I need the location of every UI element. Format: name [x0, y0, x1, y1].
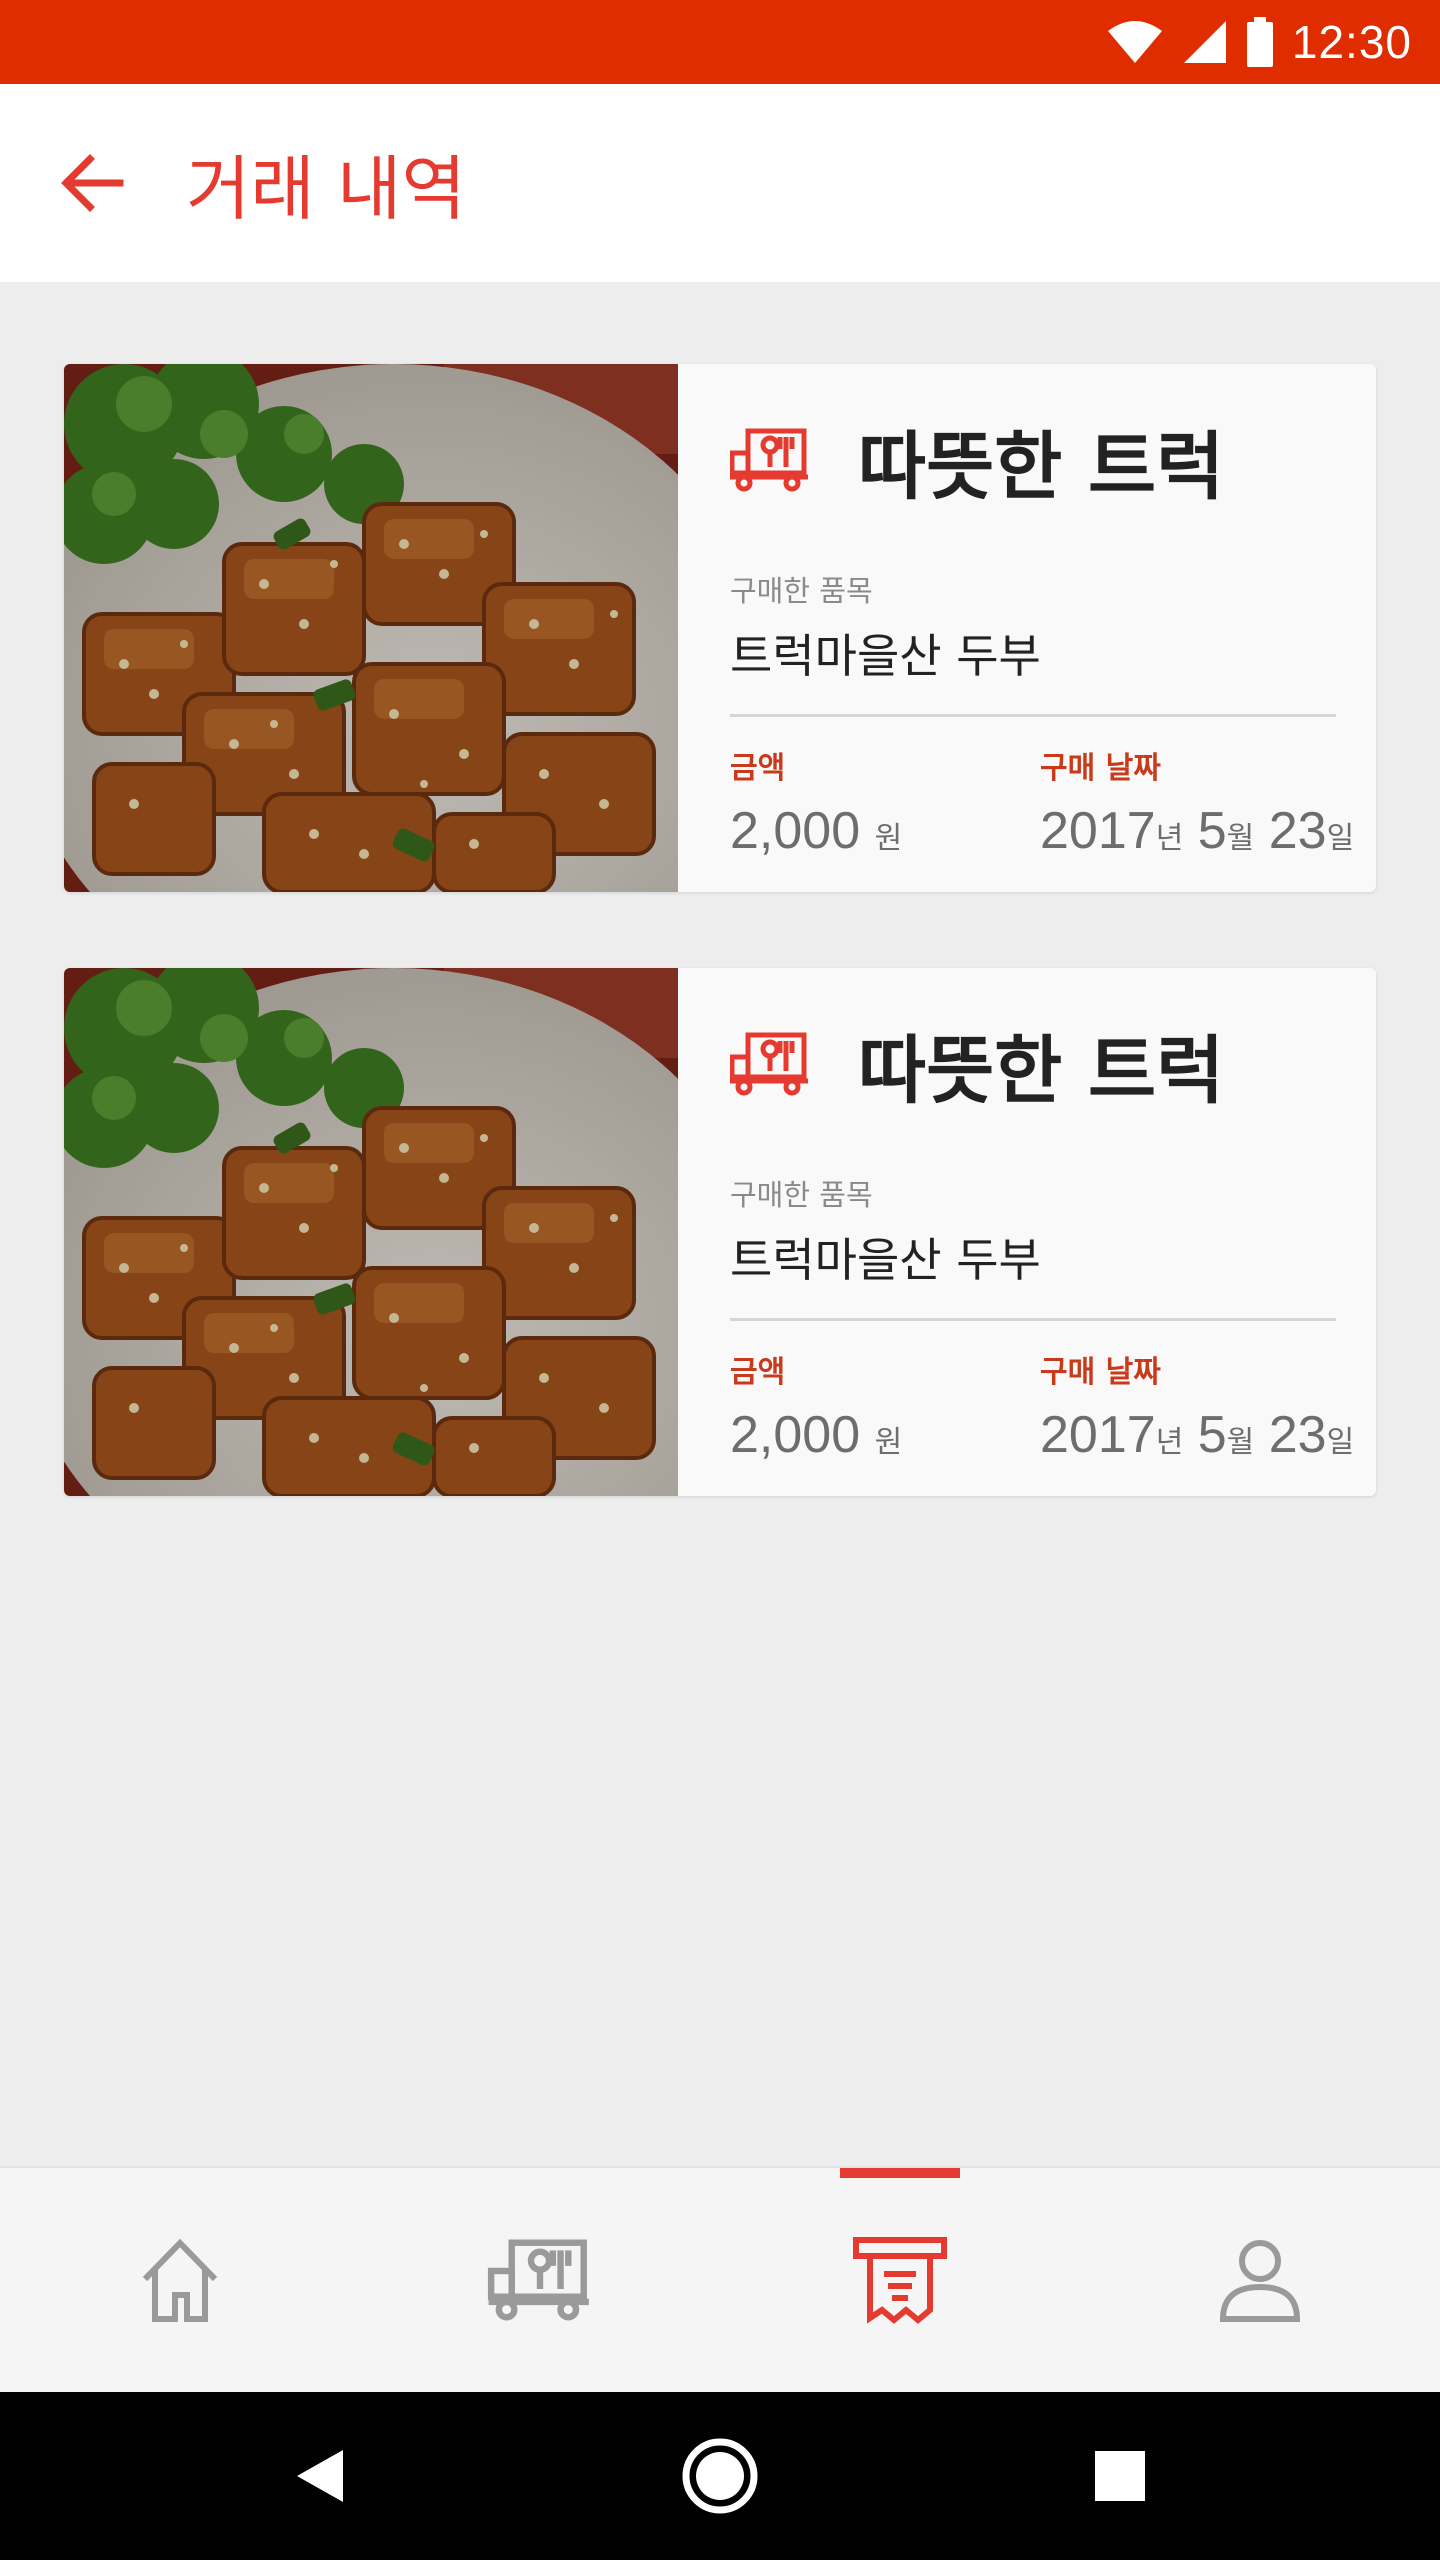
item-name: 트럭마을산 두부 [730, 1233, 1041, 1287]
divider [730, 714, 1336, 717]
person-icon [1219, 2240, 1301, 2322]
date-value: 2017년 5월 23일 [1040, 1406, 1355, 1464]
bottom-navigation [0, 2168, 1440, 2392]
nav-transactions[interactable] [720, 2168, 1080, 2392]
tofu-dish-photo [64, 364, 678, 892]
status-bar: 12:30 [0, 0, 1440, 84]
system-back-button[interactable] [120, 2392, 520, 2560]
amount-label: 금액 [730, 751, 786, 786]
transaction-card[interactable]: 따뜻한 트럭 구매한 품목 트럭마을산 두부 금액 2,000 원 구매 날짜 … [64, 968, 1376, 1496]
amount-value: 2,000 원 [730, 1406, 903, 1464]
tofu-dish-photo [64, 968, 678, 1496]
amount-value: 2,000 원 [730, 802, 903, 860]
system-navigation-bar [0, 2392, 1440, 2560]
date-label: 구매 날짜 [1040, 1355, 1161, 1390]
food-truck-icon [730, 1032, 808, 1096]
item-label: 구매한 품목 [730, 574, 873, 608]
amount-label: 금액 [730, 1355, 786, 1390]
home-icon [142, 2238, 218, 2322]
transaction-info: 따뜻한 트럭 구매한 품목 트럭마을산 두부 금액 2,000 원 구매 날짜 … [678, 968, 1376, 1496]
date-label: 구매 날짜 [1040, 751, 1161, 786]
nav-home[interactable] [0, 2168, 360, 2392]
item-name: 트럭마을산 두부 [730, 629, 1041, 683]
triangle-back-icon [297, 2450, 343, 2502]
app-bar: 거래 내역 [0, 84, 1440, 282]
food-truck-icon [730, 428, 808, 492]
divider [730, 1318, 1336, 1321]
cell-signal-icon [1183, 21, 1226, 63]
transaction-list: 따뜻한 트럭 구매한 품목 트럭마을산 두부 금액 2,000 원 구매 날짜 … [64, 364, 1376, 1572]
wifi-icon [1107, 21, 1162, 63]
circle-home-icon [682, 2438, 758, 2514]
food-truck-icon [487, 2239, 589, 2321]
transaction-info: 따뜻한 트럭 구매한 품목 트럭마을산 두부 금액 2,000 원 구매 날짜 … [678, 364, 1376, 892]
vendor-name: 따뜻한 트럭 [858, 1027, 1225, 1114]
transaction-card[interactable]: 따뜻한 트럭 구매한 품목 트럭마을산 두부 금액 2,000 원 구매 날짜 … [64, 364, 1376, 892]
system-home-button[interactable] [520, 2392, 920, 2560]
back-button[interactable] [32, 123, 152, 243]
square-recents-icon [1095, 2451, 1145, 2501]
battery-icon [1246, 17, 1273, 67]
nav-trucks[interactable] [360, 2168, 720, 2392]
receipt-icon [853, 2237, 947, 2324]
page-title: 거래 내역 [186, 147, 466, 230]
item-label: 구매한 품목 [730, 1178, 873, 1212]
system-recents-button[interactable] [920, 2392, 1320, 2560]
nav-profile[interactable] [1080, 2168, 1440, 2392]
date-value: 2017년 5월 23일 [1040, 802, 1355, 860]
vendor-name: 따뜻한 트럭 [858, 423, 1225, 510]
arrow-left-icon [61, 154, 124, 212]
status-time: 12:30 [1291, 16, 1412, 68]
